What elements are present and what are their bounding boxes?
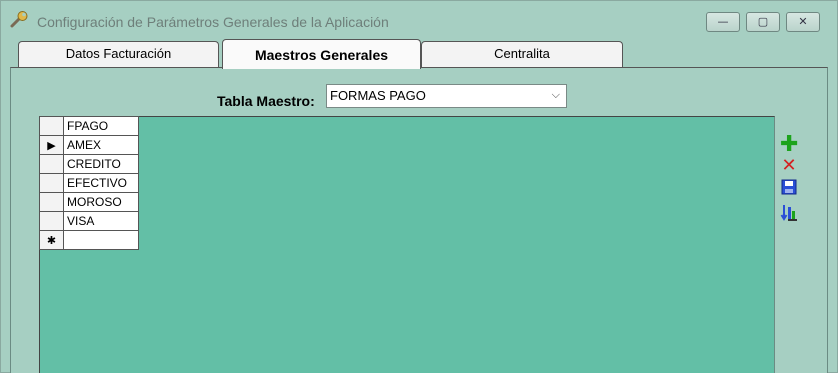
tab-datos-facturacion[interactable]: Datos Facturación: [18, 41, 219, 67]
table-row[interactable]: ▶ AMEX: [39, 135, 139, 155]
plus-icon[interactable]: ✚: [780, 134, 798, 156]
grid-cell[interactable]: CREDITO: [63, 154, 139, 174]
table-row[interactable]: CREDITO: [39, 154, 139, 174]
column-header-fpago[interactable]: FPAGO: [63, 116, 139, 136]
row-selector-header[interactable]: [39, 116, 64, 136]
grid-cell[interactable]: AMEX: [63, 135, 139, 155]
sort-icon[interactable]: [780, 204, 798, 222]
new-row[interactable]: ✱: [39, 230, 139, 250]
row-selector[interactable]: [39, 211, 64, 231]
new-row-cell[interactable]: [63, 230, 139, 250]
tabla-maestro-value: FORMAS PAGO: [330, 88, 426, 103]
new-row-marker-icon[interactable]: ✱: [39, 230, 64, 250]
table-row[interactable]: EFECTIVO: [39, 173, 139, 193]
table-row[interactable]: MOROSO: [39, 192, 139, 212]
close-button[interactable]: ✕: [786, 12, 820, 32]
tabla-maestro-label: Tabla Maestro:: [217, 93, 315, 109]
current-row-marker-icon[interactable]: ▶: [39, 135, 64, 155]
save-icon[interactable]: [780, 179, 798, 197]
tab-maestros-generales[interactable]: Maestros Generales: [222, 39, 421, 69]
row-selector[interactable]: [39, 192, 64, 212]
main-window: Configuración de Parámetros Generales de…: [0, 0, 838, 373]
table-row[interactable]: VISA: [39, 211, 139, 231]
tab-centralita[interactable]: Centralita: [421, 41, 623, 67]
grid-cell[interactable]: EFECTIVO: [63, 173, 139, 193]
chevron-down-icon[interactable]: ⌵: [552, 88, 560, 102]
grid-header-row: FPAGO: [39, 116, 139, 136]
tabla-maestro-select[interactable]: FORMAS PAGO ⌵: [326, 84, 567, 108]
grid-cell[interactable]: MOROSO: [63, 192, 139, 212]
grid-cell[interactable]: VISA: [63, 211, 139, 231]
data-grid-background: [39, 116, 775, 373]
wrench-app-icon: [9, 11, 31, 29]
row-selector[interactable]: [39, 154, 64, 174]
tab-maestros-generales-label: Maestros Generales: [254, 47, 389, 63]
tab-centralita-label: Centralita: [494, 46, 550, 61]
tab-datos-facturacion-label: Datos Facturación: [65, 46, 172, 61]
title-bar[interactable]: Configuración de Parámetros Generales de…: [1, 1, 837, 35]
maximize-button[interactable]: ▢: [746, 12, 780, 32]
delete-icon[interactable]: ✕: [780, 157, 798, 175]
data-grid: FPAGO ▶ AMEX CREDITO EFECTIVO MOROSO VIS…: [39, 116, 139, 250]
window-title: Configuración de Parámetros Generales de…: [37, 14, 389, 30]
row-selector[interactable]: [39, 173, 64, 193]
minimize-button[interactable]: —: [706, 12, 740, 32]
